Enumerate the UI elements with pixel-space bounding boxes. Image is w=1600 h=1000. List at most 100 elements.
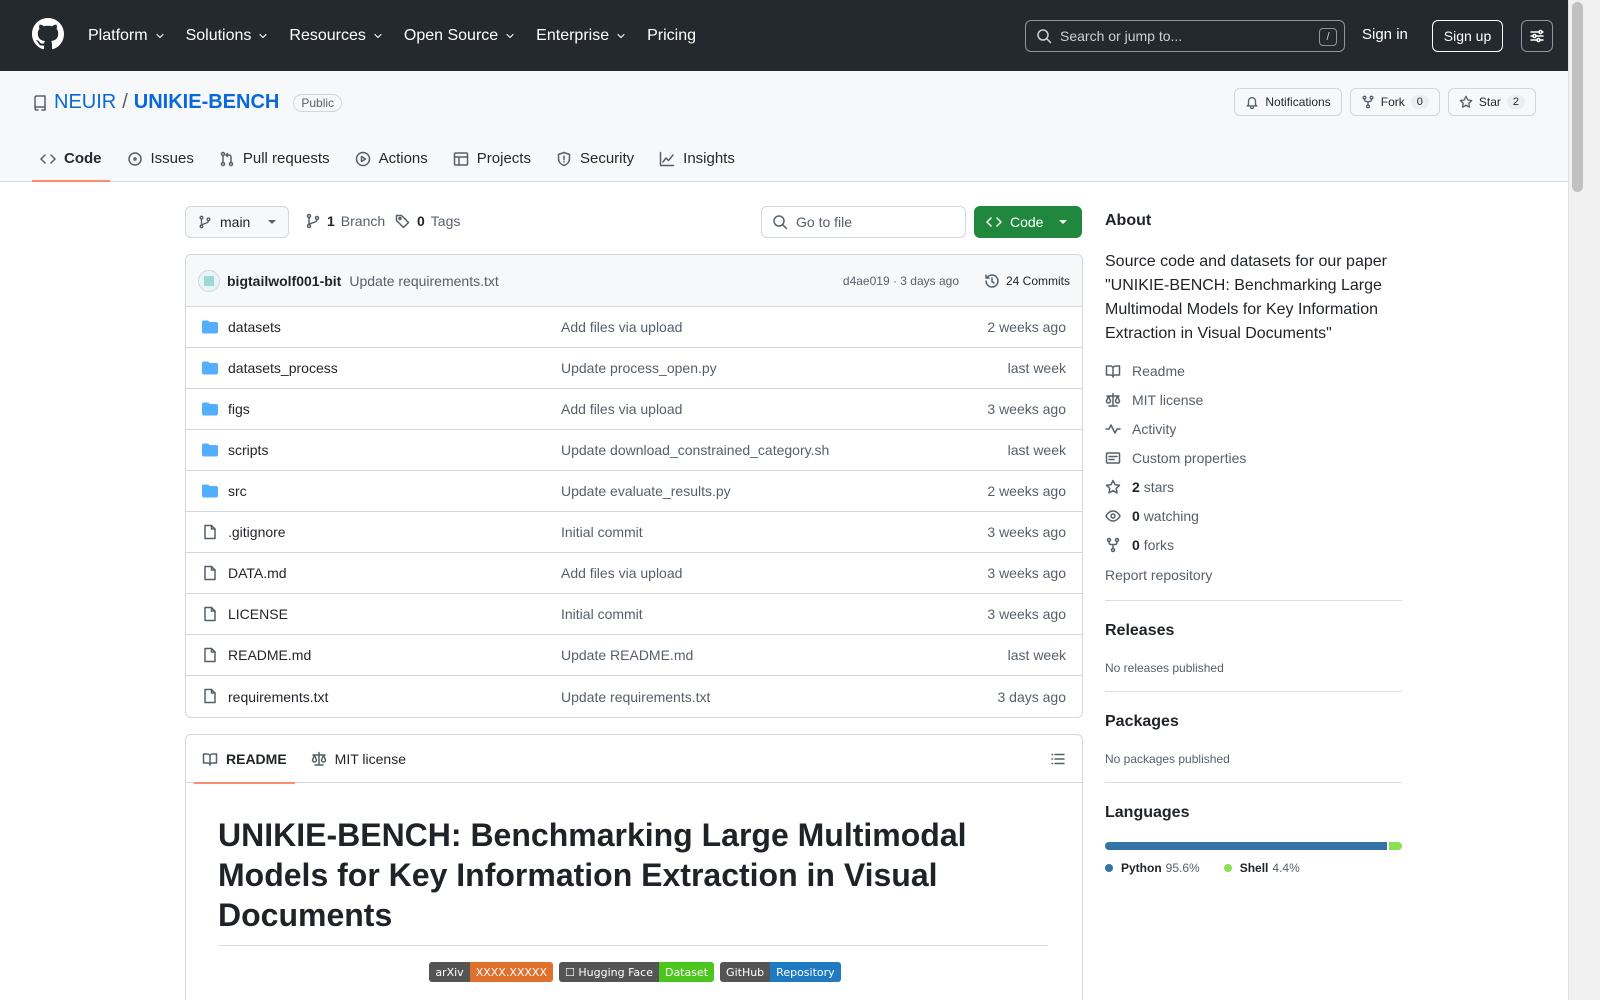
page-scrollbar[interactable]	[1568, 0, 1600, 1000]
eye-icon	[1105, 509, 1121, 522]
tab-label: Actions	[378, 150, 428, 167]
report-repository-link[interactable]: Report repository	[1105, 567, 1212, 583]
pull-requests-icon	[220, 151, 234, 166]
tags-link[interactable]: 0 Tags	[395, 213, 460, 229]
file-commit-link[interactable]: Add files via upload	[561, 565, 682, 581]
readme-link[interactable]: Readme	[1105, 356, 1246, 385]
packages-heading[interactable]: Packages	[1105, 713, 1179, 731]
language-color-dot	[1105, 864, 1113, 872]
file-icon	[204, 606, 216, 622]
sign-up-button[interactable]: Sign up	[1432, 20, 1503, 52]
table-row[interactable]: src Update evaluate_results.py 2 weeks ago	[186, 471, 1082, 512]
tab-issues[interactable]: Issues	[119, 135, 202, 182]
nav-enterprise[interactable]: Enterprise	[536, 27, 627, 45]
file-commit-link[interactable]: Initial commit	[561, 524, 643, 540]
tab-license[interactable]: MIT license	[303, 735, 414, 783]
file-name-link[interactable]: datasets	[228, 319, 281, 335]
file-name-link[interactable]: scripts	[228, 442, 268, 458]
language-item[interactable]: Python 95.6%	[1105, 861, 1200, 875]
file-name-link[interactable]: requirements.txt	[228, 689, 328, 705]
custom-properties-link[interactable]: Custom properties	[1105, 443, 1246, 472]
go-to-file-input[interactable]: Go to file	[761, 206, 966, 238]
table-row[interactable]: datasets_process Update process_open.py la…	[186, 348, 1082, 389]
code-dropdown-button[interactable]: Code	[974, 206, 1082, 238]
star-label: Star	[1478, 95, 1501, 109]
repo-title: NEUIR / UNIKIE-BENCH Public	[32, 91, 343, 114]
file-commit-link[interactable]: Update download_constrained_category.sh	[561, 442, 829, 458]
file-commit-link[interactable]: Update requirements.txt	[561, 689, 710, 705]
packages-note: No packages published	[1105, 752, 1230, 766]
table-row[interactable]: scripts Update download_constrained_categ…	[186, 430, 1082, 471]
table-row[interactable]: requirements.txt Update requirements.txt 3…	[186, 676, 1082, 717]
nav-platform[interactable]: Platform	[88, 27, 166, 45]
nav-open-source[interactable]: Open Source	[404, 27, 516, 45]
stars-link[interactable]: 2 stars	[1105, 472, 1246, 501]
scrollbar-thumb[interactable]	[1572, 2, 1583, 192]
file-name-link[interactable]: src	[228, 483, 247, 499]
tab-readme[interactable]: README	[194, 735, 295, 784]
activity-link[interactable]: Activity	[1105, 414, 1246, 443]
file-name-link[interactable]: DATA.md	[228, 565, 287, 581]
file-commit-link[interactable]: Update evaluate_results.py	[561, 483, 731, 499]
table-row[interactable]: figs Add files via upload 3 weeks ago	[186, 389, 1082, 430]
readme-badge[interactable]: GitHub Repository	[720, 962, 841, 982]
file-commit-link[interactable]: Initial commit	[561, 606, 643, 622]
file-name-link[interactable]: README.md	[228, 647, 311, 663]
file-date: 3 weeks ago	[987, 524, 1066, 540]
forks-link[interactable]: 0 forks	[1105, 530, 1246, 559]
commits-history-link[interactable]: 24 Commits	[984, 273, 1070, 289]
tab-security[interactable]: Security	[548, 135, 642, 182]
repo-name-link[interactable]: UNIKIE-BENCH	[134, 91, 280, 114]
readme-badge[interactable]: arXiv XXXX.XXXXX	[429, 962, 554, 982]
branch-selector[interactable]: main	[185, 206, 289, 238]
repo-owner-link[interactable]: NEUIR	[54, 91, 116, 114]
releases-heading[interactable]: Releases	[1105, 622, 1174, 640]
nav-pricing[interactable]: Pricing	[647, 27, 696, 45]
language-name: Python	[1121, 861, 1162, 875]
branch-label: Branch	[340, 213, 386, 229]
nav-solutions[interactable]: Solutions	[186, 27, 270, 45]
file-name-link[interactable]: figs	[228, 401, 250, 417]
forks-label: forks	[1143, 536, 1175, 553]
tab-code[interactable]: Code	[32, 135, 110, 182]
history-icon	[985, 273, 999, 288]
sign-in-link[interactable]: Sign in	[1362, 26, 1408, 43]
table-row[interactable]: datasets Add files via upload 2 weeks ago	[186, 307, 1082, 348]
table-of-contents-button[interactable]	[1050, 751, 1066, 767]
language-item[interactable]: Shell 4.4%	[1223, 861, 1300, 875]
tab-projects[interactable]: Projects	[445, 135, 539, 182]
commit-message-link[interactable]: Update requirements.txt	[349, 273, 498, 289]
readme-badge[interactable]: ☐ Hugging Face Dataset	[559, 962, 715, 982]
license-link[interactable]: MIT license	[1105, 385, 1246, 414]
file-commit-link[interactable]: Add files via upload	[561, 401, 682, 417]
search-icon	[1037, 29, 1052, 44]
watchers-link[interactable]: 0 watching	[1105, 501, 1246, 530]
file-name-link[interactable]: LICENSE	[228, 606, 288, 622]
fork-button[interactable]: Fork 0	[1349, 88, 1440, 116]
tab-insights[interactable]: Insights	[651, 135, 743, 182]
star-count: 2	[1506, 95, 1525, 109]
file-commit-link[interactable]: Add files via upload	[561, 319, 682, 335]
stars-label: stars	[1143, 478, 1175, 495]
tab-actions[interactable]: Actions	[347, 135, 436, 182]
avatar[interactable]	[198, 269, 220, 292]
commit-author-link[interactable]: bigtailwolf001-bit	[227, 273, 341, 289]
table-row[interactable]: DATA.md Add files via upload 3 weeks ago	[186, 553, 1082, 594]
github-logo-icon[interactable]	[32, 18, 64, 50]
tab-pull-requests[interactable]: Pull requests	[211, 135, 338, 182]
file-name-link[interactable]: .gitignore	[228, 524, 286, 540]
tag-icon	[395, 214, 410, 229]
table-row[interactable]: README.md Update README.md last week	[186, 635, 1082, 676]
settings-menu-button[interactable]	[1521, 20, 1553, 52]
star-button[interactable]: Star 2	[1447, 88, 1536, 116]
search-input[interactable]: Search or jump to... /	[1025, 20, 1345, 52]
file-commit-link[interactable]: Update process_open.py	[561, 360, 717, 376]
file-name-link[interactable]: datasets_process	[228, 360, 338, 376]
table-row[interactable]: .gitignore Initial commit 3 weeks ago	[186, 512, 1082, 553]
commit-meta[interactable]: d4ae019 · 3 days ago	[843, 274, 959, 288]
table-row[interactable]: LICENSE Initial commit 3 weeks ago	[186, 594, 1082, 635]
file-commit-link[interactable]: Update README.md	[561, 647, 693, 663]
nav-resources[interactable]: Resources	[289, 27, 383, 45]
notifications-button[interactable]: Notifications	[1234, 88, 1342, 116]
branches-link[interactable]: 1 Branch	[305, 213, 385, 229]
